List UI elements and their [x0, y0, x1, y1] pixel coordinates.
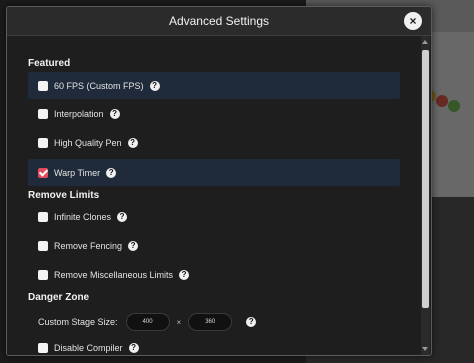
infinite-clones-checkbox[interactable] — [38, 211, 48, 222]
help-icon[interactable]: ? — [179, 269, 190, 280]
scroll-thumb[interactable] — [422, 50, 429, 308]
settings-list: Featured 60 FPS (Custom FPS) ? Interpola… — [7, 36, 421, 355]
fps-label: 60 FPS (Custom FPS) — [54, 80, 144, 91]
interpolation-checkbox[interactable] — [38, 108, 48, 119]
close-icon: × — [409, 14, 417, 28]
help-icon[interactable]: ? — [149, 80, 160, 91]
interpolation-label: Interpolation — [54, 108, 104, 119]
disable-compiler-checkbox[interactable] — [38, 342, 48, 353]
modal-header: Advanced Settings × — [7, 7, 431, 36]
scrollbar[interactable] — [421, 36, 430, 355]
remove-misc-label: Remove Miscellaneous Limits — [54, 269, 174, 280]
help-icon[interactable]: ? — [127, 137, 138, 148]
times-separator: × — [176, 317, 182, 327]
stage-height-input[interactable]: 360 — [188, 313, 233, 331]
option-warp-timer[interactable]: Warp Timer ? — [28, 159, 400, 186]
scroll-up-arrow-icon[interactable] — [422, 40, 428, 44]
help-icon[interactable]: ? — [106, 167, 117, 178]
help-icon[interactable]: ? — [117, 211, 128, 222]
custom-stage-size-row: Custom Stage Size: 400 × 360 ? — [28, 312, 257, 332]
help-icon[interactable]: ? — [128, 342, 139, 353]
hq-pen-label: High Quality Pen — [54, 137, 122, 148]
option-60fps[interactable]: 60 FPS (Custom FPS) ? — [28, 72, 400, 99]
stage-size-label: Custom Stage Size: — [38, 317, 118, 327]
remove-misc-checkbox[interactable] — [38, 269, 48, 280]
warp-timer-checkbox[interactable] — [38, 167, 48, 178]
warp-timer-label: Warp Timer — [54, 167, 101, 178]
option-interpolation[interactable]: Interpolation ? — [28, 100, 400, 127]
remove-fencing-checkbox[interactable] — [38, 240, 48, 251]
option-high-quality-pen[interactable]: High Quality Pen ? — [28, 129, 400, 156]
option-remove-misc-limits[interactable]: Remove Miscellaneous Limits ? — [28, 261, 400, 288]
help-icon[interactable]: ? — [128, 240, 139, 251]
option-disable-compiler[interactable]: Disable Compiler ? — [28, 334, 400, 355]
help-icon[interactable]: ? — [246, 317, 257, 327]
stage-width-input[interactable]: 400 — [125, 313, 170, 331]
scroll-down-arrow-icon[interactable] — [422, 347, 428, 351]
remove-fencing-label: Remove Fencing — [54, 240, 123, 251]
disable-compiler-label: Disable Compiler — [54, 342, 123, 353]
close-button[interactable]: × — [404, 12, 422, 30]
advanced-settings-modal: Advanced Settings × Featured 60 FPS (Cus… — [6, 6, 432, 356]
option-infinite-clones[interactable]: Infinite Clones ? — [28, 203, 400, 230]
modal-title: Advanced Settings — [168, 14, 270, 28]
fps-checkbox[interactable] — [38, 80, 48, 91]
section-title-featured: Featured — [28, 58, 71, 69]
section-title-danger-zone: Danger Zone — [28, 292, 90, 303]
option-remove-fencing[interactable]: Remove Fencing ? — [28, 232, 400, 259]
infinite-clones-label: Infinite Clones — [54, 211, 112, 222]
hq-pen-checkbox[interactable] — [38, 137, 48, 148]
help-icon[interactable]: ? — [109, 108, 120, 119]
section-title-remove-limits: Remove Limits — [28, 190, 100, 201]
